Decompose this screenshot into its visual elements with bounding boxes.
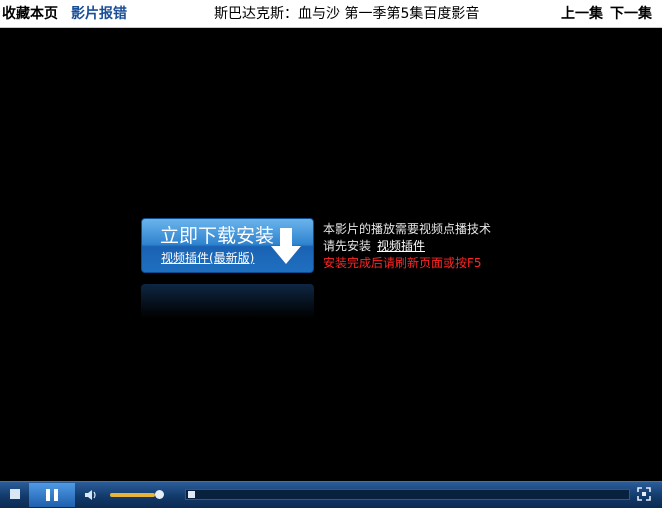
plugin-latest-link[interactable]: 视频插件(最新版) bbox=[161, 251, 254, 265]
install-now-button[interactable]: 立即下载安装 视频插件(最新版) bbox=[141, 218, 314, 273]
volume-level bbox=[110, 493, 155, 497]
info-text-install: 请先安装 视频插件 bbox=[323, 238, 425, 254]
player-control-bar bbox=[0, 481, 662, 508]
volume-slider[interactable] bbox=[110, 493, 160, 497]
fullscreen-icon[interactable] bbox=[637, 487, 651, 501]
volume-icon[interactable] bbox=[84, 488, 98, 502]
top-bar: 收藏本页 影片报错 斯巴达克斯：血与沙 第一季第5集百度影音 上一集 下一集 bbox=[0, 0, 662, 28]
pause-button[interactable] bbox=[29, 483, 75, 507]
pause-icon bbox=[46, 489, 50, 501]
button-reflection bbox=[141, 284, 314, 318]
volume-knob[interactable] bbox=[155, 490, 164, 499]
video-plugin-link[interactable]: 视频插件 bbox=[377, 239, 425, 253]
refresh-warning-text: 安装完成后请刷新页面或按F5 bbox=[323, 256, 482, 270]
next-episode-link[interactable]: 下一集 bbox=[610, 5, 652, 23]
bookmark-link[interactable]: 收藏本页 bbox=[2, 5, 58, 23]
report-error-link[interactable]: 影片报错 bbox=[71, 5, 127, 23]
install-prefix-text: 请先安装 bbox=[323, 239, 372, 253]
info-text-requirement: 本影片的播放需要视频点播技术 bbox=[323, 222, 492, 236]
prev-episode-link[interactable]: 上一集 bbox=[561, 5, 603, 23]
pause-icon-bar bbox=[54, 489, 58, 501]
stop-icon[interactable] bbox=[10, 489, 20, 499]
install-button-label: 立即下载安装 bbox=[160, 225, 275, 247]
progress-knob[interactable] bbox=[188, 491, 195, 498]
arrow-down-icon bbox=[271, 228, 301, 264]
video-title: 斯巴达克斯：血与沙 第一季第5集百度影音 bbox=[214, 6, 480, 22]
progress-bar[interactable] bbox=[185, 489, 630, 500]
